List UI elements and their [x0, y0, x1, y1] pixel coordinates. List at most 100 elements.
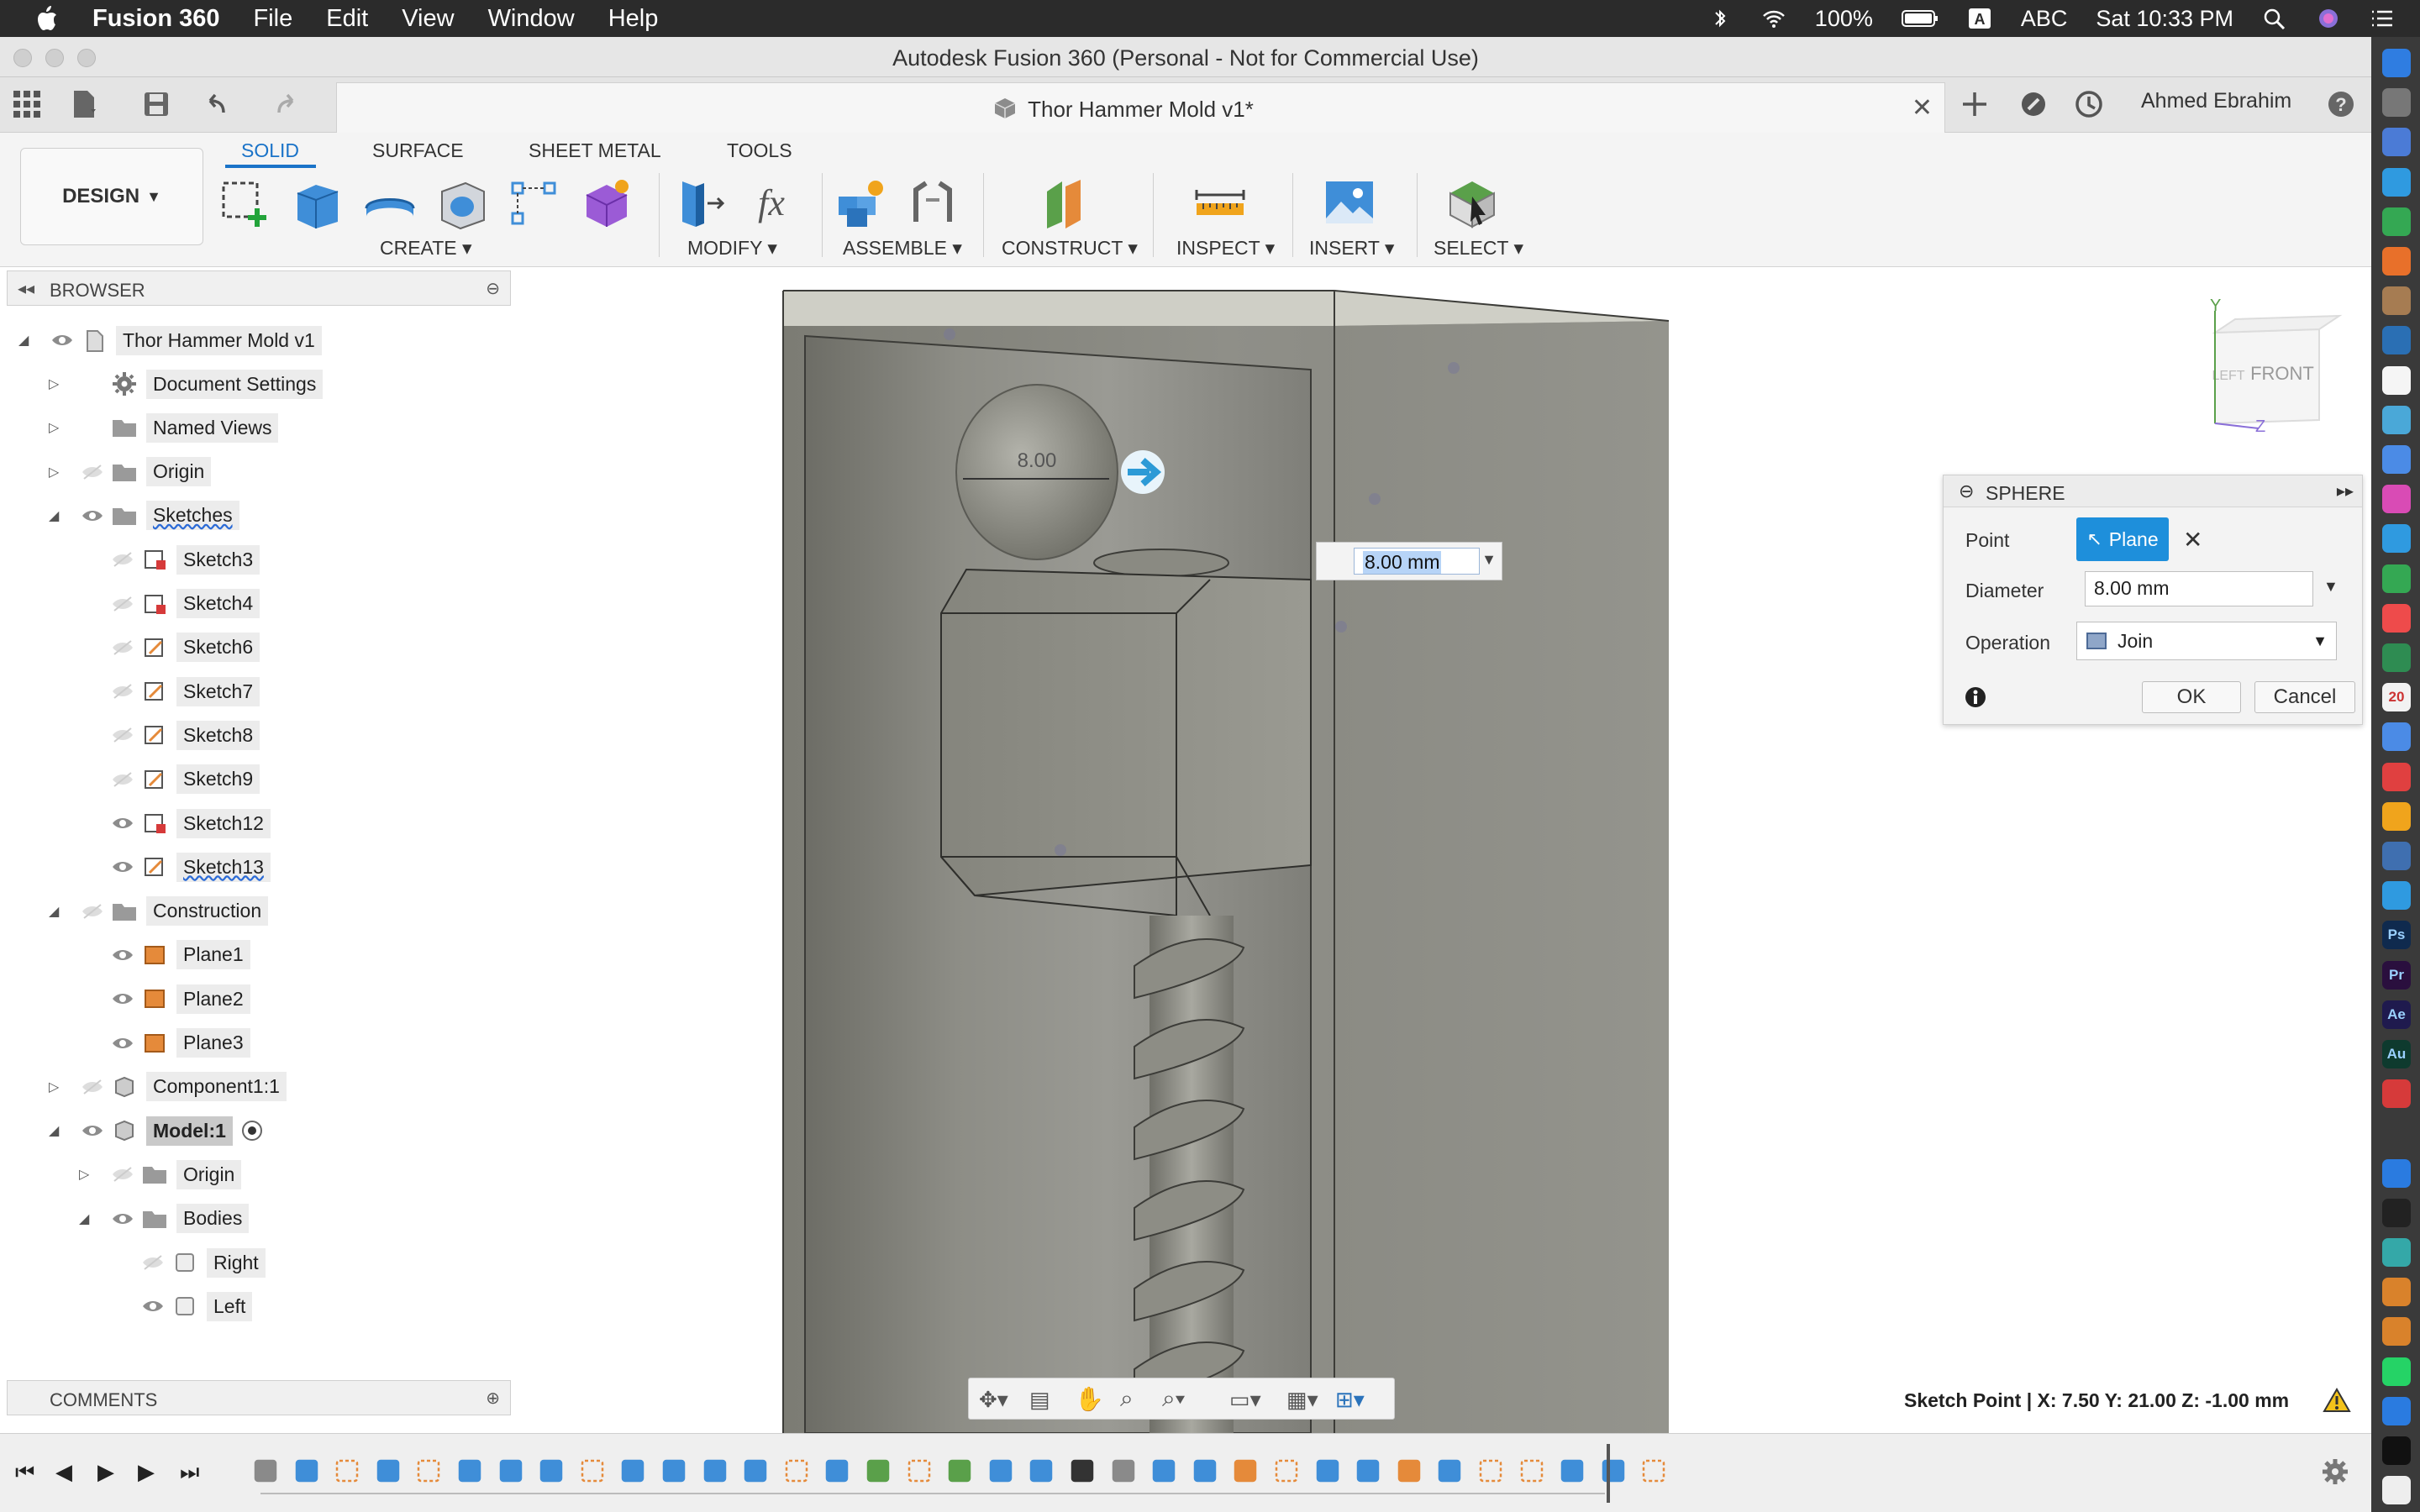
visibility-eye-icon[interactable] [111, 990, 134, 1007]
diameter-field[interactable]: 8.00 mm [2085, 571, 2313, 606]
timeline-sphere-icon[interactable] [1436, 1457, 1463, 1484]
browser-tree-item[interactable]: ▷ Component1:1 [49, 1071, 287, 1103]
file-menu-icon[interactable] [67, 87, 101, 121]
timeline-sketch-icon[interactable] [1273, 1457, 1300, 1484]
workspace-switcher-button[interactable]: DESIGN ▼ [20, 148, 203, 245]
diameter-heads-up-input[interactable]: 8.00 mm ▼ [1316, 542, 1502, 580]
timeline-move-icon[interactable] [1069, 1457, 1096, 1484]
visibility-eye-icon[interactable] [81, 507, 104, 524]
orbit-icon[interactable]: ✥▾ [979, 1387, 1008, 1413]
sphere-preview[interactable] [955, 384, 1118, 560]
expand-dialog-icon[interactable]: ▸▸ [2337, 480, 2354, 501]
timeline-fillet-icon[interactable] [497, 1457, 524, 1484]
visibility-hidden-icon[interactable] [111, 1166, 134, 1183]
timeline-settings-gear-icon[interactable] [2321, 1457, 2349, 1486]
select-icon[interactable] [1444, 175, 1501, 232]
sphere-dialog-header[interactable]: ⊖ SPHERE ▸▸ [1944, 475, 2362, 507]
browser-tree-item[interactable]: Sketch8 [79, 719, 260, 751]
collapse-panel-icon[interactable]: ◂◂ [18, 278, 34, 299]
comments-panel[interactable]: COMMENTS ⊕ [7, 1380, 511, 1415]
timeline-previous-icon[interactable]: ◀ [55, 1459, 81, 1484]
timeline-pattern-icon[interactable] [538, 1457, 565, 1484]
dock-app-icon[interactable] [2382, 564, 2411, 593]
undo-icon[interactable] [198, 87, 232, 121]
timeline-combine-icon[interactable] [1150, 1457, 1177, 1484]
dock-app-icon[interactable] [2382, 1119, 2411, 1148]
pan-hand-icon[interactable]: ✋ [1075, 1385, 1104, 1413]
timeline-extrude-icon[interactable] [375, 1457, 402, 1484]
dock-app-icon[interactable] [2382, 603, 2411, 633]
cancel-button[interactable]: Cancel [2254, 681, 2355, 713]
create-menu[interactable]: CREATE ▾ [380, 237, 472, 260]
operation-select[interactable]: Join ▼ [2076, 622, 2337, 660]
timeline-sketch-icon[interactable] [1518, 1457, 1545, 1484]
dock-app-icon[interactable] [2382, 247, 2411, 276]
dock-app-icon[interactable] [2382, 1357, 2411, 1386]
timeline-revolve-icon[interactable] [742, 1457, 769, 1484]
modify-menu[interactable]: MODIFY ▾ [687, 237, 777, 260]
browser-tree-item[interactable]: Sketch3 [79, 543, 260, 575]
assemble-menu[interactable]: ASSEMBLE ▾ [843, 237, 962, 260]
hammer-head[interactable] [940, 568, 1312, 897]
timeline-extrude-icon[interactable] [823, 1457, 850, 1484]
timeline-sketch-icon[interactable] [334, 1457, 360, 1484]
select-menu[interactable]: SELECT ▾ [1434, 237, 1523, 260]
grid-settings-icon[interactable]: ▦▾ [1286, 1387, 1318, 1413]
browser-tree-item[interactable]: Sketch12 [79, 807, 271, 839]
timeline-combine-icon[interactable] [1192, 1457, 1218, 1484]
tab-tools[interactable]: TOOLS [727, 139, 792, 162]
timeline-extrude-icon[interactable] [619, 1457, 646, 1484]
press-pull-icon[interactable] [671, 175, 728, 232]
browser-tree-item[interactable]: Right [109, 1247, 266, 1278]
chevron-down-icon[interactable]: ▼ [1481, 551, 1497, 569]
timeline-body-icon[interactable] [1110, 1457, 1137, 1484]
dock-app-icon[interactable] [2382, 207, 2411, 236]
add-comment-icon[interactable]: ⊕ [486, 1388, 500, 1409]
dock-app-icon[interactable] [2382, 1238, 2411, 1267]
warning-icon[interactable] [2323, 1388, 2351, 1413]
siri-icon[interactable] [2316, 8, 2341, 29]
visibility-eye-icon[interactable] [111, 815, 134, 832]
create-form-icon[interactable] [578, 175, 635, 232]
timeline-extrude-icon[interactable] [1314, 1457, 1341, 1484]
browser-tree-item[interactable]: Sketch4 [79, 588, 260, 620]
user-account-name[interactable]: Ahmed Ebrahim [2141, 89, 2291, 113]
info-icon[interactable] [1964, 685, 1987, 709]
ok-button[interactable]: OK [2142, 681, 2241, 713]
point-select-button[interactable]: ↖ Plane [2076, 517, 2169, 561]
timeline-last-icon[interactable]: ⏭ [180, 1459, 205, 1484]
menu-window[interactable]: Window [488, 5, 575, 33]
dock-app-icon[interactable]: 20 [2382, 683, 2411, 712]
collapsed-triangle-icon[interactable]: ▷ [49, 464, 67, 480]
new-tab-plus-icon[interactable] [1958, 87, 1991, 121]
timeline-extrude-icon[interactable] [1559, 1457, 1586, 1484]
browser-tree-item[interactable]: ◢ Construction [49, 895, 269, 927]
wifi-icon[interactable] [1761, 8, 1786, 29]
browser-tree-item[interactable]: ◢ Bodies [79, 1203, 250, 1235]
visibility-eye-icon[interactable] [81, 1122, 104, 1139]
browser-tree-item[interactable]: ▷ Origin [79, 1158, 242, 1190]
visibility-hidden-icon[interactable] [111, 771, 134, 788]
visibility-eye-icon[interactable] [111, 858, 134, 875]
bluetooth-icon[interactable] [1707, 8, 1733, 29]
expanded-triangle-icon[interactable]: ◢ [49, 903, 67, 920]
browser-tree-item[interactable]: ◢ Model:1 [49, 1115, 263, 1147]
timeline-first-icon[interactable]: ⏮ [15, 1459, 40, 1484]
timeline-extrude-icon[interactable] [456, 1457, 483, 1484]
visibility-eye-icon[interactable] [141, 1298, 165, 1315]
save-icon[interactable] [139, 87, 173, 121]
dock-app-icon[interactable] [2382, 88, 2411, 118]
visibility-hidden-icon[interactable] [81, 464, 104, 480]
timeline-next-icon[interactable]: ▶︎ [138, 1459, 163, 1484]
timeline-sketch-icon[interactable] [1477, 1457, 1504, 1484]
collapsed-triangle-icon[interactable]: ▷ [49, 375, 67, 392]
timeline-revolve-icon[interactable] [660, 1457, 687, 1484]
dock-app-icon[interactable] [2382, 1476, 2411, 1505]
zoom-icon[interactable]: ⌕ [1120, 1385, 1134, 1413]
collapse-dialog-icon[interactable]: ⊖ [1959, 480, 1974, 502]
browser-tree-item[interactable]: ▷ Origin [49, 456, 212, 488]
dock-app-icon[interactable] [2382, 1436, 2411, 1465]
dock-app-icon[interactable] [2382, 128, 2411, 157]
dock-app-icon[interactable] [2382, 445, 2411, 474]
timeline-sketch-icon[interactable] [579, 1457, 606, 1484]
